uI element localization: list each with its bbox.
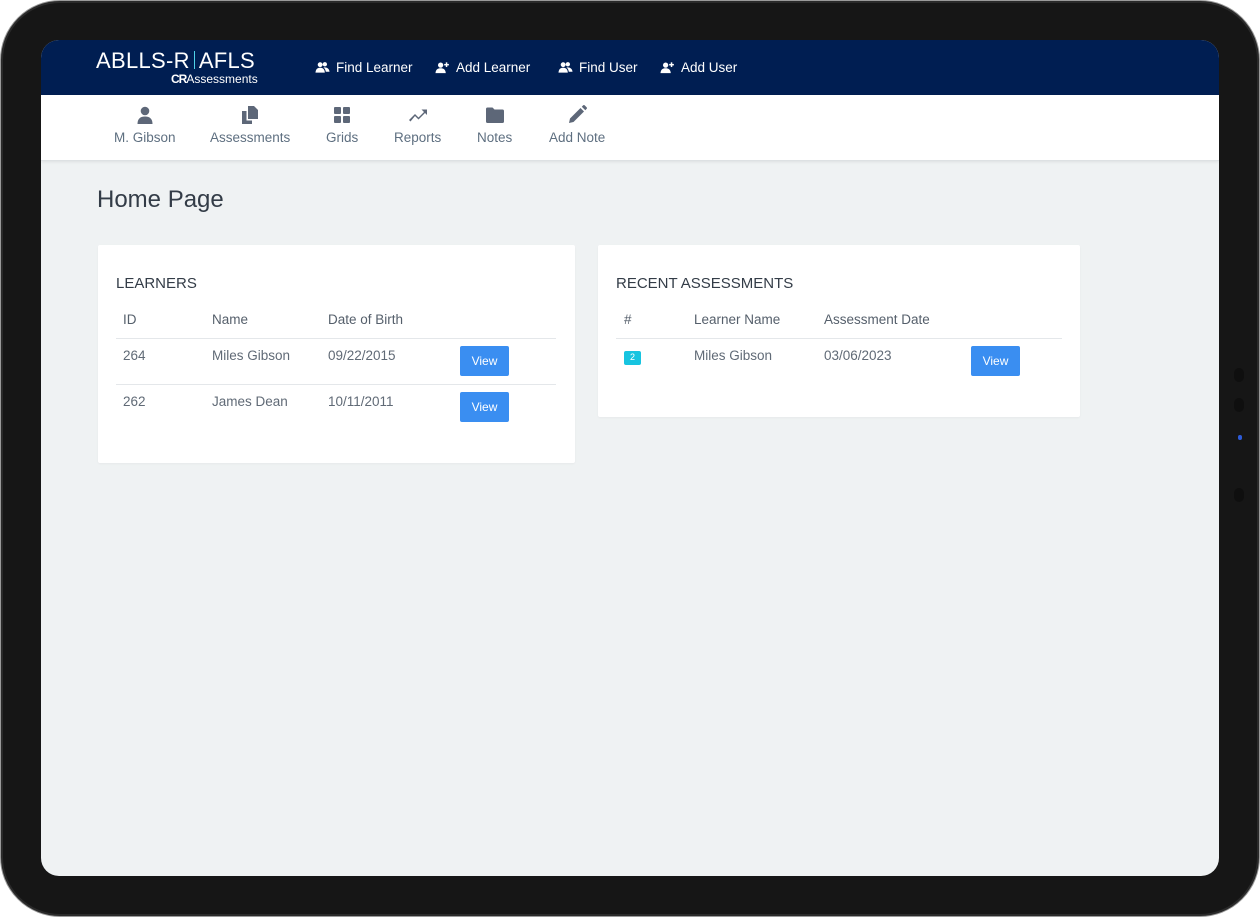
learners-card-title: LEARNERS — [116, 275, 197, 292]
column-header: Name — [212, 312, 248, 327]
users-icon — [558, 61, 573, 74]
learner-name: James Dean — [212, 394, 288, 409]
learner-dob: 09/22/2015 — [328, 348, 396, 363]
device-side-button — [1234, 398, 1244, 412]
learner-name: Miles Gibson — [212, 348, 290, 363]
header-divider — [116, 338, 556, 339]
subnav-label: Notes — [477, 130, 512, 145]
nav-label: Find Learner — [336, 60, 413, 75]
grid-icon — [332, 105, 352, 125]
column-header: Learner Name — [694, 312, 780, 327]
user-icon — [135, 105, 155, 125]
assessment-number-badge: 2 — [624, 351, 641, 365]
user-plus-icon — [660, 61, 675, 74]
subnav-grids[interactable]: Grids — [326, 105, 358, 153]
assessment-date: 03/06/2023 — [824, 348, 892, 363]
device-indicator — [1238, 435, 1242, 440]
column-header: # — [624, 312, 632, 327]
learner-dob: 10/11/2011 — [328, 394, 394, 409]
subnav-label: Grids — [326, 130, 358, 145]
top-navbar: ABLLS-RAFLS CRAssessments Find Learner A… — [41, 40, 1219, 95]
nav-find-user[interactable]: Find User — [558, 60, 638, 75]
device-side-button — [1234, 368, 1244, 382]
subnav-label: Assessments — [210, 130, 290, 145]
assessment-learner-name: Miles Gibson — [694, 348, 772, 363]
view-learner-button[interactable]: View — [460, 392, 509, 422]
logo-subtitle: CRAssessments — [171, 72, 258, 86]
recent-assessments-card: RECENT ASSESSMENTS # Learner Name Assess… — [598, 245, 1080, 417]
view-assessment-button[interactable]: View — [971, 346, 1020, 376]
subnav-reports[interactable]: Reports — [394, 105, 441, 153]
column-header: ID — [123, 312, 137, 327]
folder-icon — [485, 105, 505, 125]
nav-label: Add User — [681, 60, 737, 75]
subnav-label: Reports — [394, 130, 441, 145]
learners-card: LEARNERS ID Name Date of Birth 264 Miles… — [98, 245, 575, 463]
page-title: Home Page — [97, 186, 224, 214]
row-divider — [116, 384, 556, 385]
nav-label: Find User — [579, 60, 638, 75]
app-screen: ABLLS-RAFLS CRAssessments Find Learner A… — [41, 40, 1219, 876]
users-icon — [315, 61, 330, 74]
subnav-learner-profile[interactable]: M. Gibson — [114, 105, 176, 153]
subnav-label: M. Gibson — [114, 130, 176, 145]
recent-assessments-title: RECENT ASSESSMENTS — [616, 275, 793, 292]
nav-find-learner[interactable]: Find Learner — [315, 60, 413, 75]
subnav-notes[interactable]: Notes — [477, 105, 512, 153]
column-header: Date of Birth — [328, 312, 403, 327]
nav-add-user[interactable]: Add User — [660, 60, 737, 75]
trending-up-icon — [408, 105, 428, 125]
device-side-button — [1234, 488, 1244, 502]
learner-id: 264 — [123, 348, 146, 363]
brand-logo[interactable]: ABLLS-RAFLS CRAssessments — [96, 48, 271, 88]
column-header: Assessment Date — [824, 312, 930, 327]
pencil-icon — [567, 105, 587, 125]
header-divider — [616, 338, 1062, 339]
view-learner-button[interactable]: View — [460, 346, 509, 376]
learner-subnav: M. Gibson Assessments Grids Reports Note… — [41, 95, 1219, 161]
user-plus-icon — [435, 61, 450, 74]
subnav-assessments[interactable]: Assessments — [210, 105, 290, 153]
nav-label: Add Learner — [456, 60, 530, 75]
copy-icon — [240, 105, 260, 125]
logo-title: ABLLS-RAFLS — [96, 48, 271, 74]
nav-add-learner[interactable]: Add Learner — [435, 60, 530, 75]
learner-id: 262 — [123, 394, 146, 409]
subnav-add-note[interactable]: Add Note — [549, 105, 605, 153]
subnav-label: Add Note — [549, 130, 605, 145]
